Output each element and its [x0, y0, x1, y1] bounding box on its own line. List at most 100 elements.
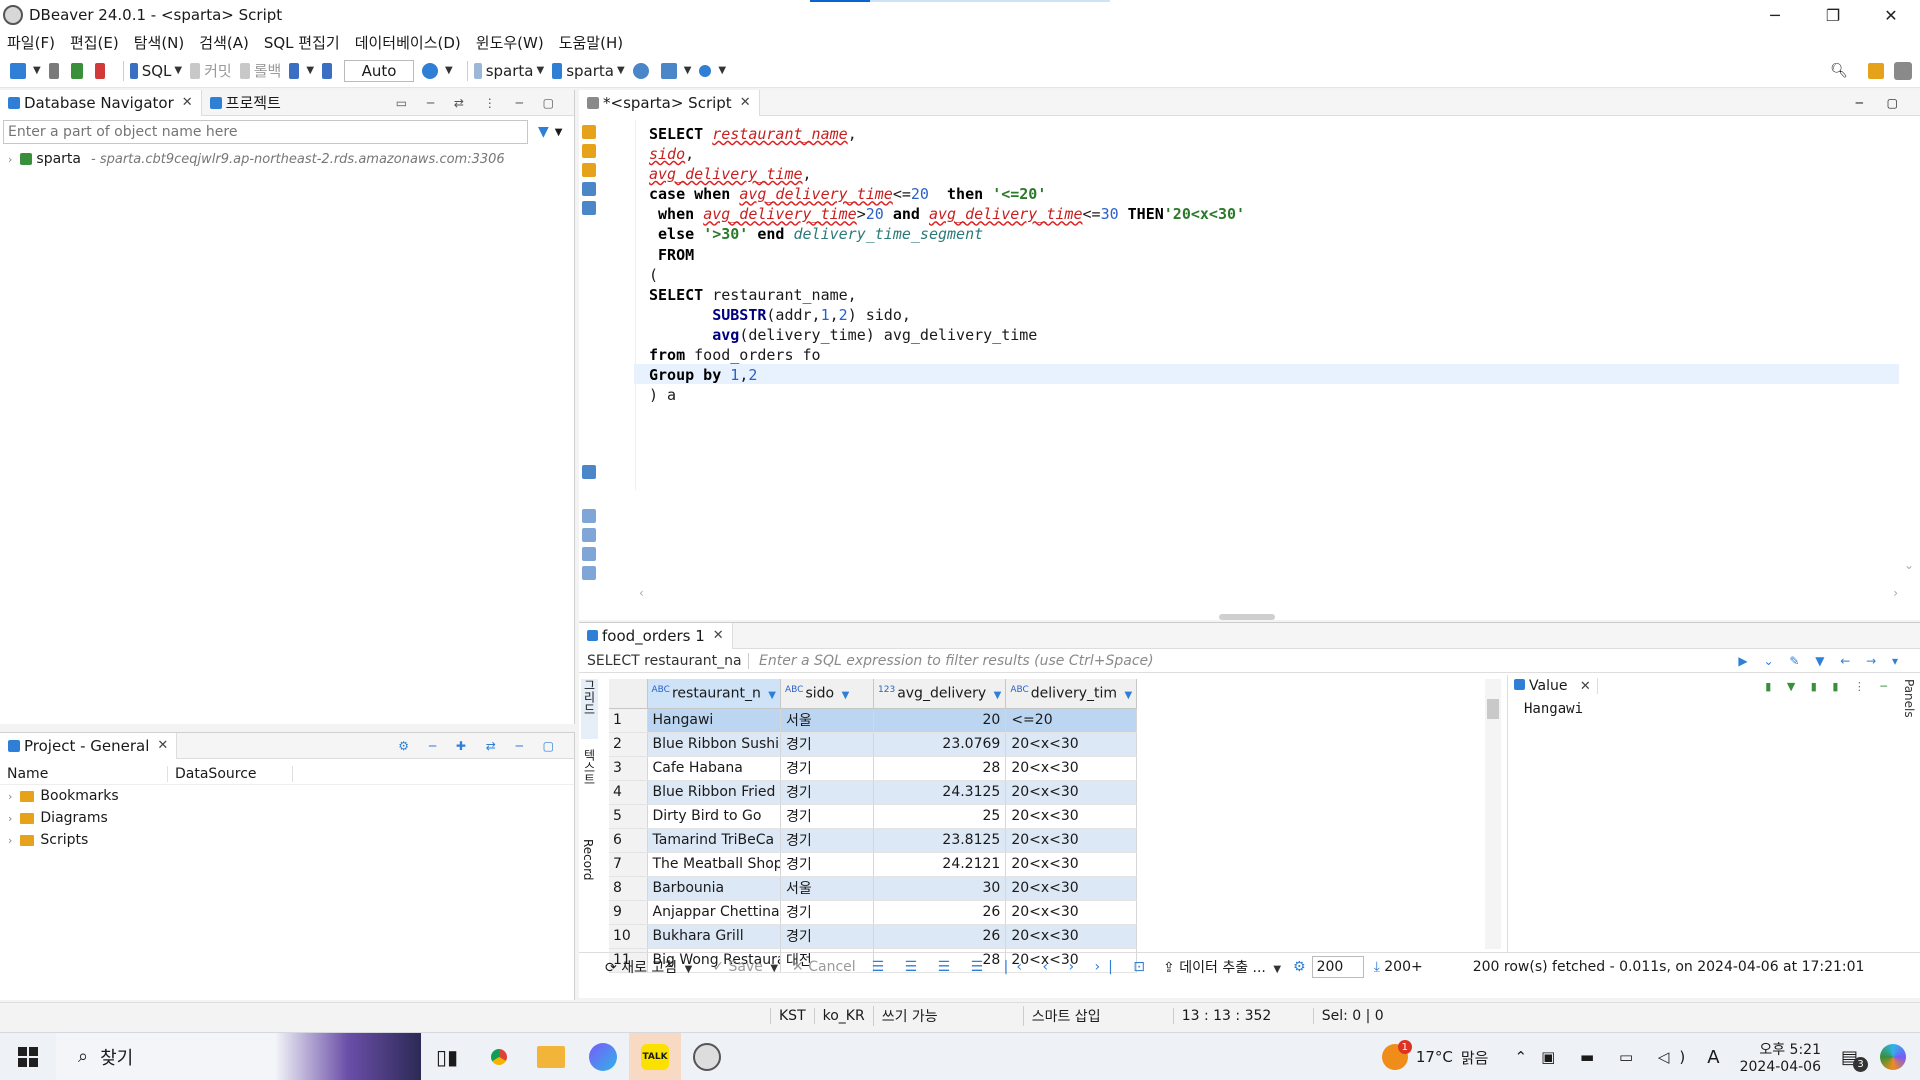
value-content[interactable]: Hangawi: [1508, 697, 1897, 721]
active-connection-selector[interactable]: sparta ▼: [473, 62, 544, 80]
new-script-icon[interactable]: [582, 509, 596, 523]
tab-value[interactable]: Value ✕: [1508, 678, 1598, 694]
find-button[interactable]: ▼: [699, 64, 726, 77]
value-actions[interactable]: ▮ ▼ ▮ ▮ ⋮ ─: [1765, 680, 1893, 693]
filter-actions[interactable]: ▶ ⌄ ✎ ▼ ← → ▾: [1738, 654, 1904, 668]
table-cell[interactable]: 경기: [780, 900, 874, 925]
table-row[interactable]: 8 Barbounia 서울 30 20<x<30: [609, 876, 1138, 901]
tree-item-diagrams[interactable]: › Diagrams: [0, 807, 574, 829]
tab-projects[interactable]: 프로젝트: [202, 90, 289, 116]
table-cell[interactable]: 경기: [780, 732, 874, 757]
col-datasource[interactable]: DataSource: [168, 765, 293, 782]
table-cell[interactable]: 20<x<30: [1005, 780, 1138, 805]
close-icon[interactable]: ✕: [1862, 0, 1920, 30]
save-script-icon[interactable]: [582, 547, 596, 561]
weather-desc[interactable]: 맑음: [1461, 1047, 1489, 1068]
table-cell[interactable]: The Meatball Shop: [647, 852, 781, 877]
table-row[interactable]: 2 Blue Ribbon Sushi I 경기 23.0769 20<x<30: [609, 732, 1138, 757]
table-cell[interactable]: 경기: [780, 804, 874, 829]
new-connection-button[interactable]: ▼: [10, 62, 41, 79]
tab-project-general[interactable]: Project - General ✕: [0, 732, 178, 759]
fetch-size-input[interactable]: 200: [1311, 955, 1364, 978]
active-schema-selector[interactable]: sparta ▼: [552, 62, 625, 80]
close-icon[interactable]: ✕: [713, 628, 724, 643]
table-cell[interactable]: 26: [873, 924, 1007, 949]
table-row[interactable]: 3 Cafe Habana 경기 28 20<x<30: [609, 756, 1138, 781]
table-cell[interactable]: 20<x<30: [1005, 876, 1138, 901]
fetch-next-button[interactable]: ⤓ 200+: [1374, 959, 1423, 975]
table-cell[interactable]: 경기: [780, 852, 874, 877]
execute-new-tab-icon[interactable]: [582, 163, 596, 177]
dashboard-button[interactable]: [632, 62, 653, 79]
chevron-right-icon[interactable]: ›: [8, 790, 12, 803]
table-cell[interactable]: 경기: [780, 828, 874, 853]
chevron-right-icon[interactable]: ›: [8, 812, 12, 825]
taskbar-search[interactable]: ⌕ 찾기: [56, 1032, 421, 1080]
table-cell[interactable]: 24.2121: [873, 852, 1007, 877]
sash-handle[interactable]: [1219, 614, 1275, 620]
table-row[interactable]: 10 Bukhara Grill 경기 26 20<x<30: [609, 924, 1138, 949]
commit-button[interactable]: 커밋: [190, 60, 232, 81]
menu-help[interactable]: 도움말(H): [559, 32, 623, 53]
table-cell[interactable]: 20<x<30: [1005, 924, 1138, 949]
tree-item-scripts[interactable]: › Scripts: [0, 829, 574, 851]
table-cell[interactable]: Bukhara Grill: [647, 924, 781, 949]
side-panels-tab[interactable]: Panels: [1894, 679, 1916, 718]
code-line[interactable]: SUBSTR(addr,1,2) sido,: [649, 305, 1245, 325]
close-icon[interactable]: ✕: [182, 95, 193, 110]
tab-record[interactable]: Record: [581, 839, 595, 909]
save-button[interactable]: ✓ Save ▼: [712, 959, 778, 975]
editor-view-actions[interactable]: ─ ▢: [1856, 96, 1908, 110]
table-row[interactable]: 9 Anjappar Chettinac 경기 26 20<x<30: [609, 900, 1138, 925]
vscroll-down-icon[interactable]: ⌄: [1904, 558, 1914, 572]
outline-icon[interactable]: [582, 566, 596, 580]
connect-button[interactable]: [48, 62, 63, 79]
disconnect-button[interactable]: [94, 62, 109, 79]
table-row[interactable]: 6 Tamarind TriBeCa 경기 23.8125 20<x<30: [609, 828, 1138, 853]
tree-item-bookmarks[interactable]: › Bookmarks: [0, 785, 574, 807]
table-cell[interactable]: 20<x<30: [1005, 732, 1138, 757]
column-header[interactable]: ABC sido ▼: [780, 679, 874, 709]
table-cell[interactable]: 20<x<30: [1005, 756, 1138, 781]
settings-icon[interactable]: [582, 465, 596, 479]
code-line[interactable]: (: [649, 265, 1245, 285]
navigator-search-input[interactable]: [3, 120, 528, 144]
table-row[interactable]: 7 The Meatball Shop 경기 24.2121 20<x<30: [609, 852, 1138, 877]
dbeaver-app[interactable]: [681, 1033, 733, 1080]
menu-window[interactable]: 윈도우(W): [476, 32, 544, 53]
table-cell[interactable]: Dirty Bird to Go: [647, 804, 781, 829]
table-row[interactable]: 1 Hangawi 서울 20 <=20: [609, 708, 1138, 733]
execute-script-icon[interactable]: [582, 144, 596, 158]
dbeaver-perspective-icon[interactable]: [1894, 62, 1912, 80]
view-actions[interactable]: ⚙ ─ ✚ ⇄ ─ ▢: [398, 739, 562, 753]
code-line[interactable]: SELECT restaurant_name,: [649, 124, 1245, 144]
table-cell[interactable]: 서울: [780, 708, 874, 733]
tab-text[interactable]: 텍스트: [581, 749, 598, 829]
code-line[interactable]: SELECT restaurant_name,: [649, 285, 1245, 305]
table-cell[interactable]: Hangawi: [647, 708, 781, 733]
task-view-button[interactable]: ▯▮: [421, 1033, 473, 1080]
table-cell[interactable]: 23.8125: [873, 828, 1007, 853]
hscroll-left-icon[interactable]: ‹: [639, 586, 644, 600]
query-chip[interactable]: SELECT restaurant_na: [579, 652, 749, 669]
tray-icons[interactable]: ▣ ▬ ▭ ◁): [1541, 1048, 1695, 1066]
close-icon[interactable]: ✕: [740, 95, 751, 110]
tree-item-connection[interactable]: › sparta - sparta.cbt9ceqjwlr9.ap-northe…: [0, 148, 574, 170]
table-cell[interactable]: 20<x<30: [1005, 852, 1138, 877]
code-line[interactable]: case when avg_delivery_time<=20 then '<=…: [649, 184, 1245, 204]
notification-icon[interactable]: ▤ 3: [1841, 1047, 1868, 1072]
lock-button[interactable]: [322, 62, 336, 79]
code-line[interactable]: from food_orders fo: [649, 345, 1245, 365]
kakaotalk-app[interactable]: TALK: [629, 1032, 681, 1080]
minimize-icon[interactable]: ─: [1746, 0, 1804, 30]
table-cell[interactable]: 26: [873, 900, 1007, 925]
weather-icon[interactable]: 1: [1381, 1040, 1412, 1070]
column-header[interactable]: 123 avg_delivery ▼: [873, 679, 1007, 709]
code-line[interactable]: sido,: [649, 144, 1245, 164]
table-cell[interactable]: Blue Ribbon Fried C: [647, 780, 781, 805]
tab-database-navigator[interactable]: Database Navigator ✕: [0, 89, 202, 116]
chevron-down-icon[interactable]: ▼: [555, 127, 563, 138]
refresh-button[interactable]: ⟳ 새로 고침 ▼: [605, 957, 692, 977]
reconnect-button[interactable]: [70, 62, 87, 79]
tab-food-orders-1[interactable]: food_orders 1 ✕: [579, 622, 733, 649]
